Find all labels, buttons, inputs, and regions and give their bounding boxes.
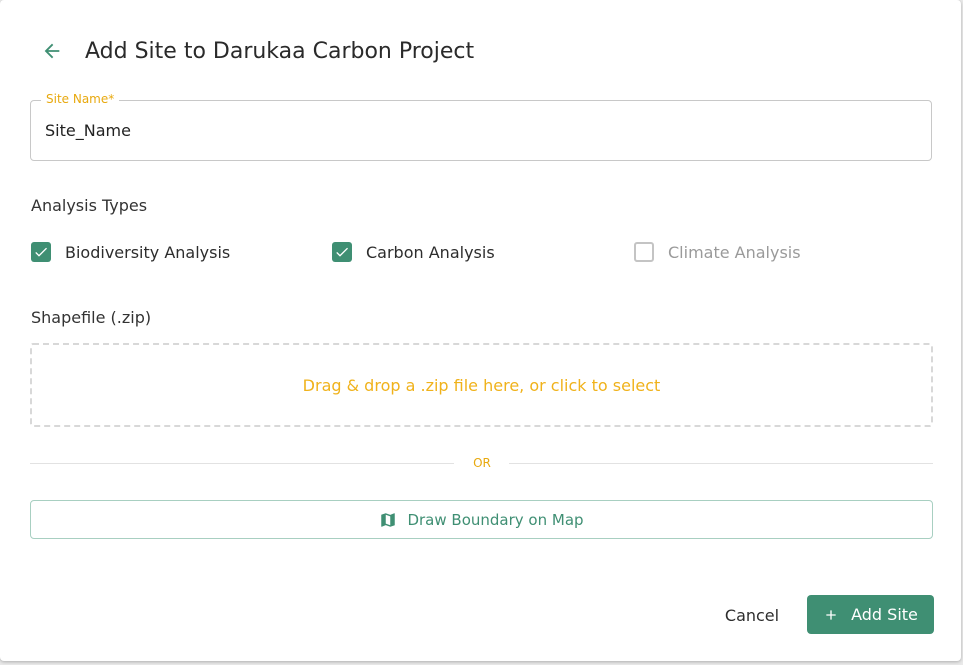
shapefile-heading: Shapefile (.zip)	[31, 308, 152, 327]
analysis-types-heading: Analysis Types	[31, 196, 148, 215]
cancel-button[interactable]: Cancel	[712, 596, 792, 634]
plus-icon	[826, 609, 836, 620]
map-icon	[381, 512, 396, 527]
dropzone-text: Drag & drop a .zip file here, or click t…	[302, 375, 661, 395]
add-site-label: Add Site	[851, 605, 918, 624]
checkbox-checked[interactable]	[31, 242, 51, 262]
climate-analysis-label: Climate Analysis	[668, 242, 801, 262]
or-divider-text: OR	[473, 456, 491, 470]
carbon-analysis-label: Carbon Analysis	[366, 242, 495, 262]
dialog-title: Add Site to Darukaa Carbon Project	[85, 38, 475, 64]
draw-boundary-button[interactable]: Draw Boundary on Map	[30, 500, 933, 539]
checkbox-unchecked[interactable]	[634, 242, 654, 262]
add-site-button[interactable]: Add Site	[807, 595, 934, 634]
site-name-field[interactable]: Site Name*	[30, 92, 932, 161]
checkbox-climate-analysis[interactable]: Climate Analysis	[634, 241, 801, 263]
divider-line-left	[30, 463, 454, 464]
check-icon	[336, 247, 348, 257]
checkbox-carbon-analysis[interactable]: Carbon Analysis	[332, 241, 495, 263]
checkbox-biodiversity-analysis[interactable]: Biodiversity Analysis	[31, 241, 230, 263]
biodiversity-analysis-label: Biodiversity Analysis	[65, 242, 231, 262]
divider-line-right	[509, 463, 933, 464]
add-site-dialog: Add Site to Darukaa Carbon Project Site …	[0, 0, 961, 661]
checkbox-checked[interactable]	[332, 242, 352, 262]
site-name-input[interactable]	[45, 101, 915, 160]
arrow-left-icon	[44, 43, 60, 59]
back-button[interactable]	[36, 35, 68, 67]
draw-boundary-label: Draw Boundary on Map	[407, 510, 584, 529]
check-icon	[35, 247, 47, 257]
shapefile-dropzone[interactable]: Drag & drop a .zip file here, or click t…	[30, 343, 933, 427]
dialog-header: Add Site to Darukaa Carbon Project	[36, 33, 474, 69]
